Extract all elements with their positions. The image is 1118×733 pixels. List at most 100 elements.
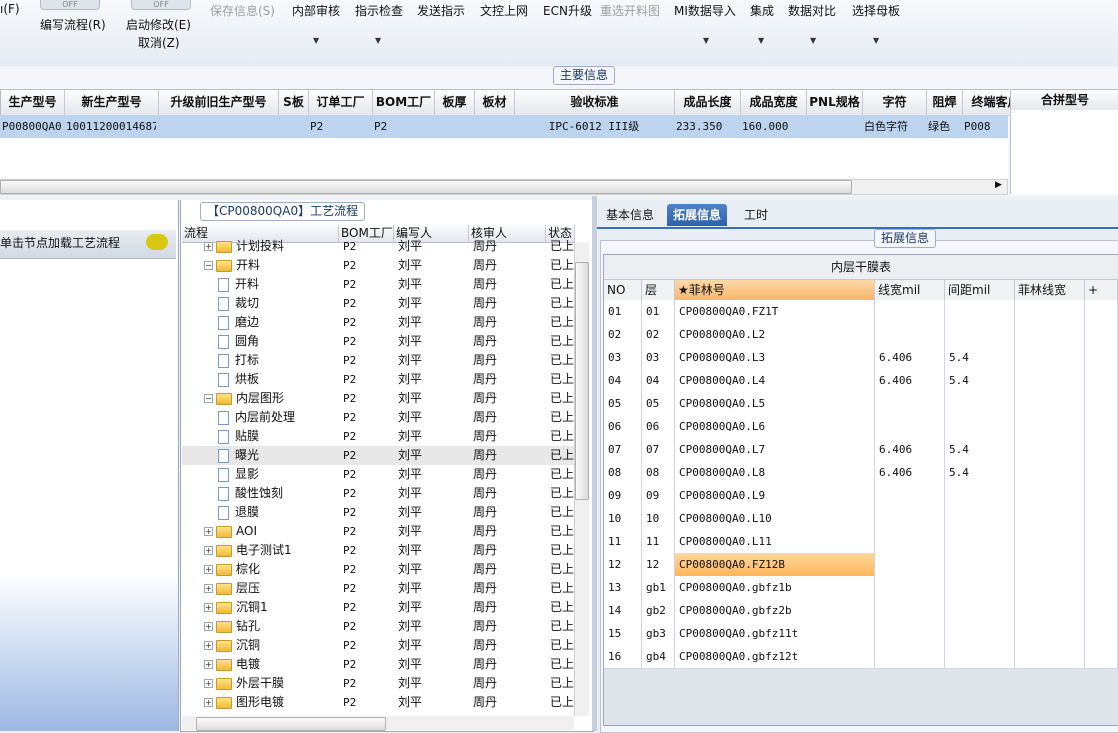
film-cell[interactable]: 01 xyxy=(642,300,675,323)
column-header[interactable]: 验收标准 xyxy=(515,90,675,115)
cancel-button[interactable]: 取消(Z) xyxy=(138,34,180,51)
film-cell[interactable]: 07 xyxy=(604,438,642,461)
column-header[interactable]: 阻焊 xyxy=(927,90,963,115)
process-row[interactable]: 显影 P2 刘平 周丹 已上 xyxy=(182,465,574,484)
cell[interactable]: 160.000 xyxy=(742,115,804,138)
process-row[interactable]: + 沉铜1 P2 刘平 周丹 已上 xyxy=(182,598,574,617)
film-cell[interactable]: CP00800QA0.gbfz11t xyxy=(675,622,875,645)
ecn-upgrade-button[interactable]: ECN升级 xyxy=(543,2,592,19)
select-motherboard-button[interactable]: 选择母板 xyxy=(852,2,900,19)
chevron-down-icon[interactable]: ▼ xyxy=(758,36,764,45)
tab-work-hours[interactable]: 工时 xyxy=(738,204,774,226)
film-cell[interactable]: CP00800QA0.FZ1T xyxy=(675,300,875,323)
film-cell[interactable] xyxy=(945,576,1015,599)
scroll-right-icon[interactable]: ▶ xyxy=(995,180,1002,190)
film-cell[interactable] xyxy=(1015,599,1085,622)
cell[interactable]: IPC-6012 III级 xyxy=(516,115,672,138)
write-process-button[interactable]: 编写流程(R) xyxy=(40,16,106,33)
film-cell[interactable] xyxy=(945,484,1015,507)
column-header[interactable]: 升级前旧生产型号 xyxy=(159,90,279,115)
film-cell[interactable]: 03 xyxy=(642,346,675,369)
film-cell[interactable] xyxy=(875,599,945,622)
film-row[interactable]: 03 03 CP00800QA0.L3 6.406 5.4 xyxy=(604,346,1118,370)
film-cell[interactable]: 06 xyxy=(642,415,675,438)
film-cell[interactable] xyxy=(945,392,1015,415)
film-cell[interactable] xyxy=(945,645,1015,668)
expand-icon[interactable]: + xyxy=(204,698,213,707)
expand-icon[interactable]: + xyxy=(204,242,213,251)
cell[interactable]: 10011200014687 xyxy=(66,115,156,138)
film-row[interactable]: 11 11 CP00800QA0.L11 xyxy=(604,530,1118,554)
expand-icon[interactable]: + xyxy=(204,527,213,536)
process-row[interactable]: − 内层图形 P2 刘平 周丹 已上 xyxy=(182,389,574,408)
column-header[interactable]: S板 xyxy=(279,90,309,115)
film-cell[interactable] xyxy=(875,530,945,553)
film-column-header[interactable]: 线宽mil xyxy=(875,280,945,300)
film-cell[interactable] xyxy=(1085,484,1118,507)
process-row[interactable]: 打标 P2 刘平 周丹 已上 xyxy=(182,351,574,370)
process-row[interactable]: + 电镀 P2 刘平 周丹 已上 xyxy=(182,655,574,674)
film-cell[interactable] xyxy=(945,323,1015,346)
film-cell[interactable] xyxy=(875,645,945,668)
film-row[interactable]: 14 gb2 CP00800QA0.gbfz2b xyxy=(604,599,1118,623)
film-cell[interactable] xyxy=(945,507,1015,530)
film-cell[interactable] xyxy=(875,300,945,323)
film-row[interactable]: 13 gb1 CP00800QA0.gbfz1b xyxy=(604,576,1118,600)
switch-left[interactable]: OFF xyxy=(40,0,100,10)
film-cell[interactable]: CP00800QA0.L5 xyxy=(675,392,875,415)
cell[interactable] xyxy=(808,115,860,138)
switch-right[interactable]: OFF xyxy=(131,0,191,10)
film-cell[interactable] xyxy=(1085,461,1118,484)
film-cell[interactable]: CP00800QA0.L4 xyxy=(675,369,875,392)
film-cell[interactable]: 13 xyxy=(604,576,642,599)
chevron-down-icon[interactable]: ▼ xyxy=(375,36,381,45)
film-cell[interactable] xyxy=(875,415,945,438)
expand-icon[interactable]: + xyxy=(204,546,213,555)
column-header[interactable]: 新生产型号 xyxy=(65,90,159,115)
process-row[interactable]: 裁切 P2 刘平 周丹 已上 xyxy=(182,294,574,313)
film-cell[interactable] xyxy=(1085,553,1118,576)
film-row[interactable]: 06 06 CP00800QA0.L6 xyxy=(604,415,1118,439)
column-header[interactable]: 字符 xyxy=(863,90,927,115)
film-cell[interactable] xyxy=(1015,461,1085,484)
film-cell[interactable] xyxy=(1015,576,1085,599)
film-row[interactable]: 07 07 CP00800QA0.L7 6.406 5.4 xyxy=(604,438,1118,462)
expand-icon[interactable]: + xyxy=(204,565,213,574)
film-cell[interactable] xyxy=(1015,438,1085,461)
film-cell[interactable] xyxy=(945,599,1015,622)
cell[interactable]: 绿色 xyxy=(928,115,960,138)
expand-icon[interactable]: − xyxy=(204,261,213,270)
film-cell[interactable] xyxy=(945,415,1015,438)
film-cell[interactable]: CP00800QA0.L2 xyxy=(675,323,875,346)
chevron-down-icon[interactable]: ▼ xyxy=(703,36,709,45)
film-row[interactable]: 12 12 CP00800QA0.FZ12B xyxy=(604,553,1118,577)
film-cell[interactable]: 07 xyxy=(642,438,675,461)
process-row[interactable]: + AOI P2 刘平 周丹 已上 xyxy=(182,522,574,541)
film-cell[interactable]: 5.4 xyxy=(945,461,1015,484)
process-row[interactable]: 内层前处理 P2 刘平 周丹 已上 xyxy=(182,408,574,427)
film-cell[interactable]: CP00800QA0.L9 xyxy=(675,484,875,507)
film-cell[interactable] xyxy=(1085,392,1118,415)
column-header[interactable]: 生产型号 xyxy=(1,90,65,115)
film-cell[interactable]: 12 xyxy=(604,553,642,576)
reselect-cutting-button[interactable]: 重选开料图 xyxy=(600,2,660,19)
film-cell[interactable]: gb2 xyxy=(642,599,675,622)
expand-icon[interactable]: − xyxy=(204,394,213,403)
film-cell[interactable]: CP00800QA0.L7 xyxy=(675,438,875,461)
cell[interactable]: P00800QA0 xyxy=(2,115,62,138)
cell[interactable] xyxy=(280,115,306,138)
film-cell[interactable]: 10 xyxy=(642,507,675,530)
start-modify-button[interactable]: 启动修改(E) xyxy=(126,16,191,33)
cell[interactable] xyxy=(436,115,472,138)
film-row[interactable]: 08 08 CP00800QA0.L8 6.406 5.4 xyxy=(604,461,1118,485)
process-row[interactable]: 退膜 P2 刘平 周丹 已上 xyxy=(182,503,574,522)
film-cell[interactable]: CP00800QA0.gbfz1b xyxy=(675,576,875,599)
film-cell[interactable] xyxy=(945,530,1015,553)
doc-online-button[interactable]: 文控上网 xyxy=(480,2,528,19)
film-row[interactable]: 05 05 CP00800QA0.L5 xyxy=(604,392,1118,416)
film-cell[interactable] xyxy=(875,622,945,645)
film-cell[interactable] xyxy=(1085,507,1118,530)
column-header[interactable]: 板厚 xyxy=(435,90,475,115)
film-cell[interactable] xyxy=(1085,346,1118,369)
film-cell[interactable] xyxy=(1015,553,1085,576)
